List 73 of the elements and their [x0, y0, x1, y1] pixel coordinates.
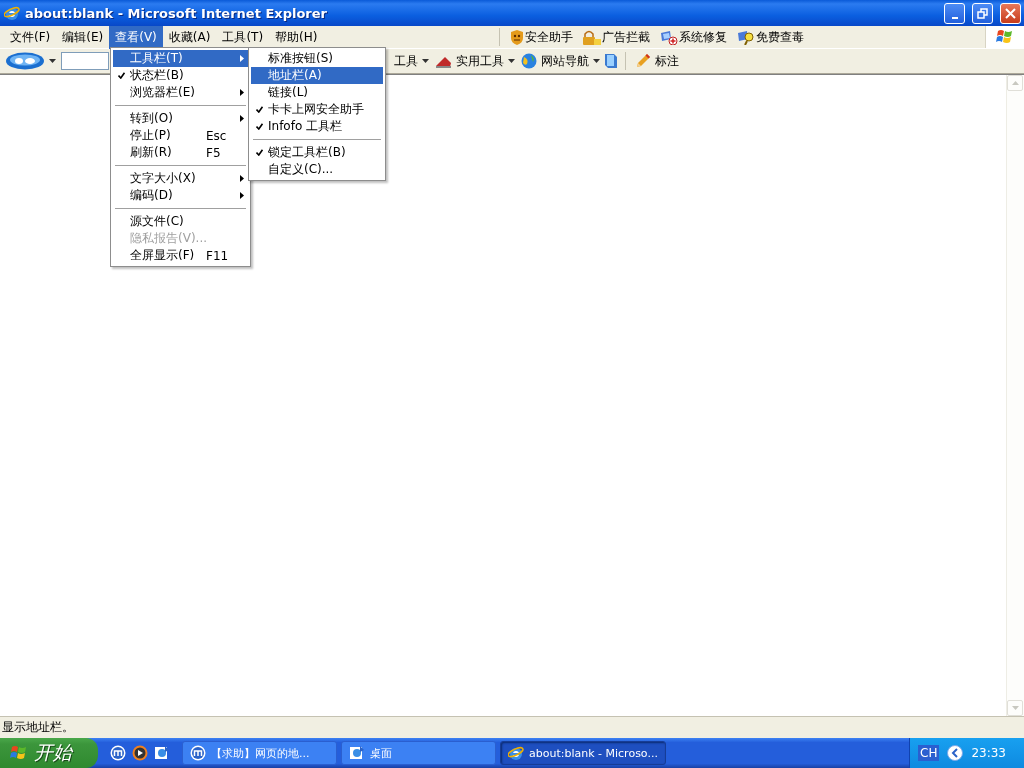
scrollbar[interactable]	[1006, 75, 1024, 716]
dropdown-arrow-icon	[508, 59, 515, 63]
menu-item[interactable]: 卡卡上网安全助手	[251, 101, 383, 118]
status-text: 显示地址栏。	[2, 719, 74, 736]
taskbar-button[interactable]: 【求助】网页的地...	[182, 741, 337, 765]
menu-item[interactable]: 工具栏(T)	[113, 50, 248, 67]
menu-item[interactable]: 收藏(A)	[162, 25, 217, 49]
menu-item[interactable]: 编辑(E)	[56, 25, 110, 49]
toolkit-icon	[435, 54, 452, 68]
menu-item[interactable]: 转到(O)	[113, 110, 248, 127]
dropdown-arrow-icon	[422, 59, 429, 63]
menu-item[interactable]: 源文件(C)	[113, 213, 248, 230]
addon-button[interactable]: 安全助手	[505, 26, 579, 48]
shield-icon	[510, 29, 525, 45]
menu-item[interactable]: 链接(L)	[251, 84, 383, 101]
addon-button[interactable]: 免费查毒	[732, 26, 810, 48]
menu-item[interactable]: 浏览器栏(E)	[113, 84, 248, 101]
pencil-icon	[635, 53, 651, 69]
clock: 23:33	[971, 746, 1006, 760]
globe-icon	[521, 53, 537, 69]
submenu-arrow-icon	[240, 192, 244, 199]
search-field[interactable]	[61, 52, 109, 70]
padlock-icon	[583, 29, 602, 45]
dropdown-arrow-icon	[49, 59, 56, 63]
browser-icon[interactable]	[110, 745, 126, 761]
submenu-arrow-icon	[240, 175, 244, 182]
down-arrow-icon	[1011, 706, 1019, 710]
menu-item[interactable]: 标准按钮(S)	[251, 50, 383, 67]
close-button[interactable]	[1000, 2, 1021, 24]
menu-item[interactable]: 全屏显示(F) F11	[113, 247, 248, 264]
menu-item[interactable]: 锁定工具栏(B)	[251, 144, 383, 161]
addon-button[interactable]: 系统修复	[655, 26, 733, 48]
minimize-icon	[951, 16, 958, 19]
close-icon	[1005, 7, 1016, 19]
submenu-arrow-icon	[240, 55, 244, 62]
browser-icon	[508, 745, 524, 761]
taskbar-button[interactable]: 桌面	[341, 741, 496, 765]
browser-icon	[4, 5, 20, 21]
toolbar-button[interactable]: 网站导航	[518, 50, 603, 72]
browser-icon[interactable]	[190, 745, 206, 761]
book-icon[interactable]	[603, 53, 619, 69]
magnifier-icon	[737, 29, 756, 45]
menu-item[interactable]: 帮助(H)	[269, 25, 324, 49]
submenu-arrow-icon	[240, 115, 244, 122]
restore-button[interactable]	[972, 2, 993, 24]
menu-item[interactable]: 文字大小(X)	[113, 170, 248, 187]
menu-item[interactable]: 刷新(R) F5	[113, 144, 248, 161]
menu-item[interactable]: Infofo 工具栏	[251, 118, 383, 135]
flag-icon	[10, 744, 28, 762]
toolbar-button[interactable]: 工具	[391, 50, 432, 72]
menu-item[interactable]: 停止(P) Esc	[113, 127, 248, 144]
restore-icon	[977, 7, 988, 19]
dropdown-arrow-icon	[593, 59, 600, 63]
menu-item[interactable]: 地址栏(A)	[251, 67, 383, 84]
media-play-icon[interactable]	[132, 745, 148, 761]
menu-item[interactable]: 编码(D)	[113, 187, 248, 204]
up-arrow-icon	[1011, 81, 1019, 85]
menu-item[interactable]: 工具(T)	[216, 25, 270, 49]
language-indicator[interactable]: CH	[918, 745, 940, 761]
taskbar-button[interactable]: about:blank - Microso...	[500, 741, 666, 765]
minimize-button[interactable]	[944, 2, 965, 24]
annotate-button[interactable]: 标注	[632, 50, 682, 72]
menu-item[interactable]: 状态栏(B)	[113, 67, 248, 84]
chevron-icon[interactable]	[947, 745, 964, 761]
window-title: about:blank - Microsoft Internet Explorer	[25, 5, 328, 21]
start-button[interactable]: 开始	[0, 738, 98, 768]
addon-button[interactable]: 广告拦截	[578, 26, 656, 48]
submenu-arrow-icon	[240, 89, 244, 96]
cloud-logo-icon[interactable]	[5, 52, 45, 70]
flag-icon	[996, 28, 1014, 46]
menu-item[interactable]: 文件(F)	[4, 25, 57, 49]
toolbar-button[interactable]: 实用工具	[432, 50, 518, 72]
menu-item[interactable]: 自定义(C)...	[251, 161, 383, 178]
